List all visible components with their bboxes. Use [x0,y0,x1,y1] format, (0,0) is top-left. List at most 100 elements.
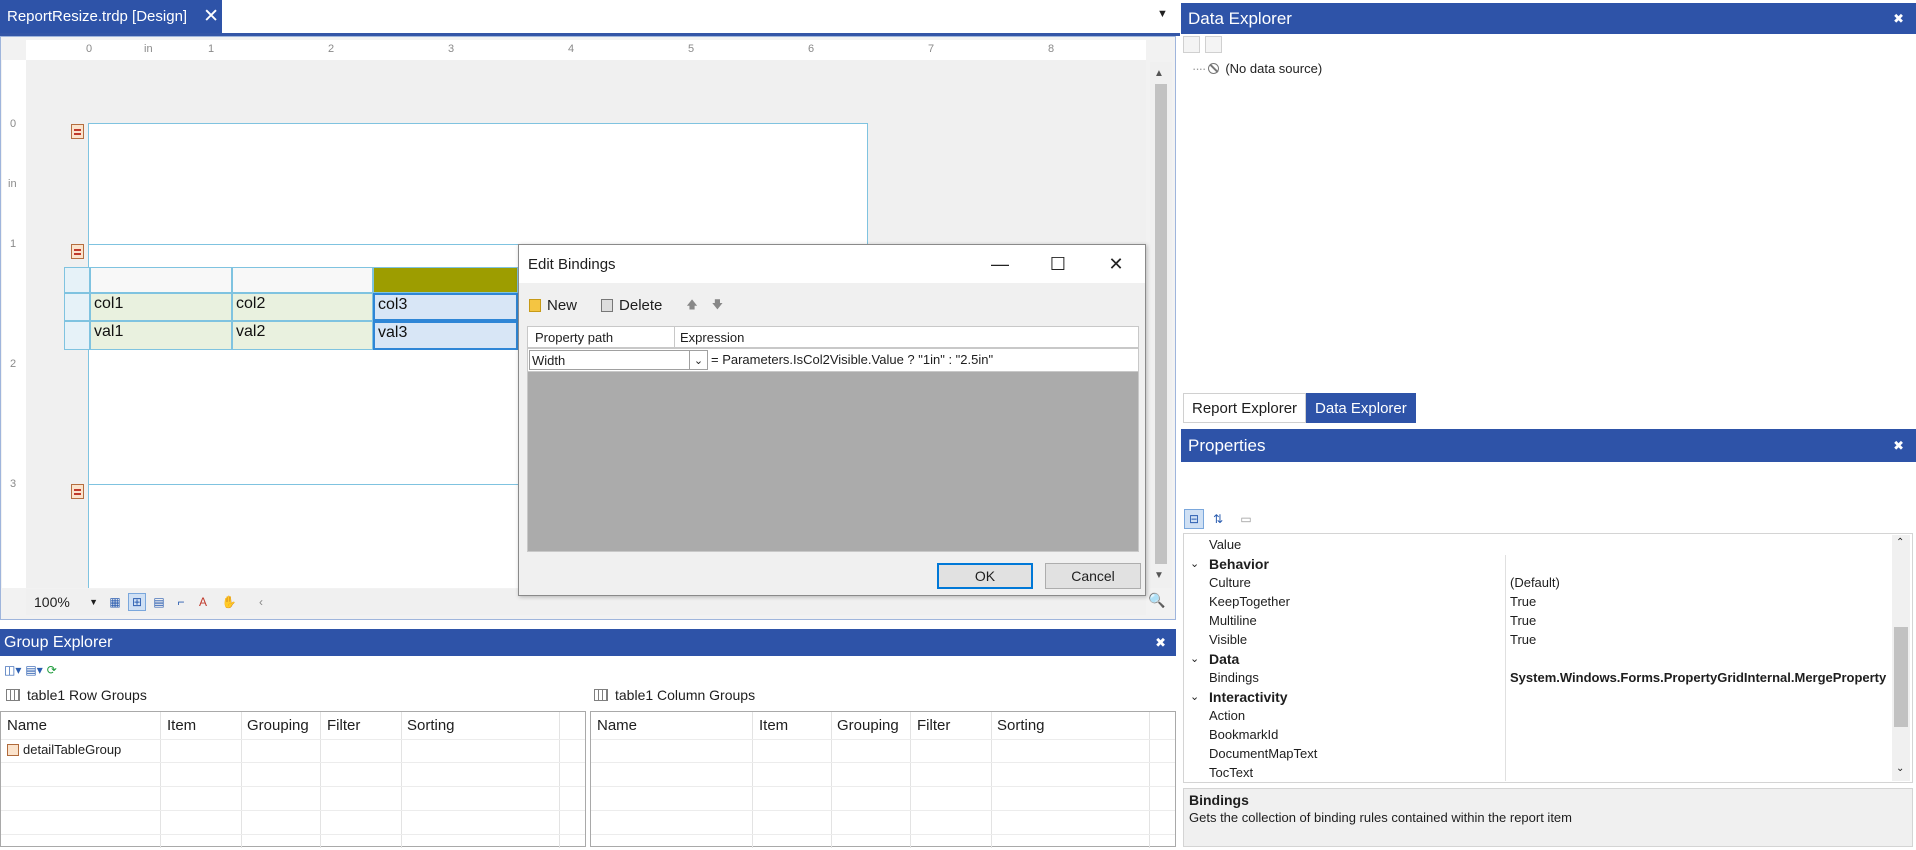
expression-cell[interactable]: = Parameters.IsCol2Visible.Value ? "1in"… [711,352,993,367]
properties-scrollbar[interactable]: ⌃ ⌄ [1892,535,1910,781]
page-layout-icon[interactable]: ▤ [150,593,168,611]
row-groups-grid[interactable]: Name Item Grouping Filter Sorting detail… [0,711,586,848]
scroll-left-icon[interactable]: ‹ [252,593,270,611]
property-row[interactable]: BookmarkId [1184,725,1894,744]
column-header[interactable]: Item [759,717,788,734]
close-icon[interactable]: ✕ [1087,245,1145,283]
move-up-icon[interactable]: 🡅 [686,296,697,315]
ok-button[interactable]: OK [937,563,1033,589]
zoom-magnifier-icon[interactable]: 🔍 [1148,592,1165,609]
table-cell[interactable]: col1 [90,293,232,321]
chevron-down-icon[interactable]: ⌄ [689,351,707,369]
delete-binding-button[interactable]: Delete [601,297,662,314]
refresh-icon[interactable]: ⟳ [47,663,57,677]
scrollbar-thumb[interactable] [1155,84,1167,564]
table-cell[interactable]: col2 [232,293,373,321]
property-row[interactable]: KeepTogether True [1184,592,1894,611]
property-value[interactable]: True [1510,594,1536,609]
table-cell[interactable]: val2 [232,321,373,350]
minimize-icon[interactable]: — [971,245,1029,283]
table-row-handle[interactable] [64,293,90,321]
column-header[interactable]: Grouping [247,717,309,734]
property-row-bindings[interactable]: Bindings System.Windows.Forms.PropertyGr… [1184,668,1894,687]
property-value[interactable]: True [1510,632,1536,647]
property-row[interactable]: Culture (Default) [1184,573,1894,592]
tab-data-explorer[interactable]: Data Explorer [1306,393,1416,423]
column-divider [831,712,832,848]
table-cell-selected[interactable]: val3 [373,321,518,350]
property-row[interactable]: DocumentMapText [1184,744,1894,763]
property-value[interactable]: True [1510,613,1536,628]
property-category[interactable]: ⌄ Behavior [1184,554,1894,573]
property-category[interactable]: ⌄ Interactivity [1184,687,1894,706]
row-divider [1,786,585,787]
column-header[interactable]: Grouping [837,717,899,734]
close-icon[interactable]: ✖ [1155,635,1166,651]
table-cell[interactable]: val1 [90,321,232,350]
detail-section-icon[interactable] [71,244,84,259]
tab-list-dropdown-icon[interactable]: ▼ [1157,8,1168,20]
column-header[interactable]: Name [597,717,637,734]
close-icon[interactable]: ✖ [1893,11,1904,27]
layout-toggle-icon[interactable]: ◫▾ [4,663,21,677]
property-row[interactable]: Visible True [1184,630,1894,649]
property-path-combo[interactable]: Width ⌄ [529,350,708,370]
cancel-button[interactable]: Cancel [1045,563,1141,589]
zoom-select[interactable]: 100% ▼ [30,591,102,613]
refresh-icon[interactable] [1205,36,1222,53]
scroll-up-icon[interactable]: ▲ [1154,68,1164,79]
document-tab[interactable]: ReportResize.trdp [Design] ✕ [0,0,222,33]
view-mode-icon[interactable]: ▤▾ [25,663,42,677]
chevron-down-icon[interactable]: ⌄ [1896,763,1904,774]
column-header[interactable]: Name [7,717,47,734]
chevron-down-icon[interactable]: ⌄ [1190,652,1199,665]
property-category[interactable]: ⌄ Data [1184,649,1894,668]
property-value[interactable]: System.Windows.Forms.PropertyGridInterna… [1510,670,1886,685]
column-header[interactable]: Filter [327,717,360,734]
move-down-icon[interactable]: 🡇 [712,296,723,315]
table-row-handle[interactable] [64,321,90,350]
alphabetical-sort-icon[interactable]: ⇅ [1208,509,1228,529]
table-cell-selected[interactable]: col3 [373,293,518,321]
chevron-down-icon[interactable]: ⌄ [1190,690,1199,703]
property-value[interactable]: (Default) [1510,575,1560,590]
column-header[interactable]: Item [167,717,196,734]
edit-datasource-icon[interactable] [1183,36,1200,53]
new-binding-button[interactable]: New [529,297,577,314]
binding-row[interactable]: Width ⌄ = Parameters.IsCol2Visible.Value… [527,348,1139,372]
hand-tool-icon[interactable]: ✋ [220,593,238,611]
categorized-icon[interactable]: ⊟ [1184,509,1204,529]
chevron-down-icon[interactable]: ⌄ [1190,557,1199,570]
property-pages-icon[interactable]: ▭ [1236,509,1256,529]
maximize-icon[interactable]: ☐ [1029,245,1087,283]
table-column-handle[interactable] [232,267,373,293]
column-header[interactable]: Sorting [997,717,1045,734]
font-icon[interactable]: A [194,593,212,611]
property-row[interactable]: Multiline True [1184,611,1894,630]
chevron-up-icon[interactable]: ⌃ [1896,537,1904,548]
scroll-down-icon[interactable]: ▼ [1154,570,1164,581]
column-header[interactable]: Sorting [407,717,455,734]
table-corner-handle[interactable] [64,267,90,293]
scrollbar-thumb[interactable] [1894,627,1908,727]
table-row[interactable]: detailTableGroup [7,742,121,757]
table-column-handle-selected[interactable] [373,267,518,293]
close-icon[interactable]: ✖ [1893,438,1904,454]
page-header-section-icon[interactable] [71,124,84,139]
property-row[interactable]: Action [1184,706,1894,725]
designer-vertical-scrollbar[interactable]: ▲ ▼ [1150,62,1172,588]
table-column-handle[interactable] [90,267,232,293]
property-grid-divider[interactable] [1505,555,1506,781]
data-explorer-tree-item[interactable]: ···· (No data source) [1192,61,1322,76]
property-row[interactable]: Value [1184,535,1894,554]
grid-icon[interactable]: ▦ [106,593,124,611]
snap-to-grid-icon[interactable]: ⊞ [128,593,146,611]
column-header[interactable]: Filter [917,717,950,734]
page-footer-section-icon[interactable] [71,484,84,499]
column-groups-grid[interactable]: Name Item Grouping Filter Sorting [590,711,1176,848]
property-row[interactable]: TocText [1184,763,1894,782]
margins-icon[interactable]: ⌐ [172,593,190,611]
close-icon[interactable]: ✕ [203,7,219,26]
tab-report-explorer[interactable]: Report Explorer [1183,393,1307,423]
property-grid[interactable]: Value ⌄ Behavior Culture (Default) KeepT… [1183,533,1913,783]
